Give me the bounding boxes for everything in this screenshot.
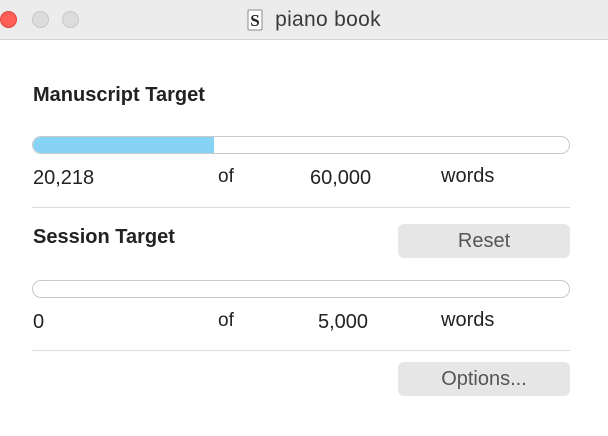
svg-text:S: S [250,11,259,30]
window-title-group: S piano book [0,0,608,40]
manuscript-of-label: of [218,166,234,187]
session-of-label: of [218,310,234,331]
title-bar[interactable]: S piano book [0,0,608,40]
manuscript-progress-fill [33,137,214,153]
window-title: piano book [275,8,381,31]
options-button[interactable]: Options... [398,362,570,396]
manuscript-target-count: 60,000 [310,167,372,189]
session-target-count: 5,000 [318,311,369,333]
session-target-heading: Session Target [33,226,175,248]
manuscript-current-count: 20,218 [33,167,95,189]
manuscript-unit-label: words [441,165,495,187]
manuscript-target-heading: Manuscript Target [33,84,205,106]
minimize-window-button[interactable] [32,11,49,28]
close-window-button[interactable] [0,11,17,28]
project-targets-window: S piano book Manuscript Target 20,218 of… [0,0,608,436]
session-progress-bar [32,280,570,298]
scrivener-document-icon: S [247,9,263,31]
session-unit-label: words [441,309,495,331]
session-current-count: 0 [33,311,45,333]
section-divider [32,207,570,208]
footer-divider [32,350,570,351]
reset-button[interactable]: Reset [398,224,570,258]
zoom-window-button[interactable] [62,11,79,28]
manuscript-progress-bar [32,136,570,154]
